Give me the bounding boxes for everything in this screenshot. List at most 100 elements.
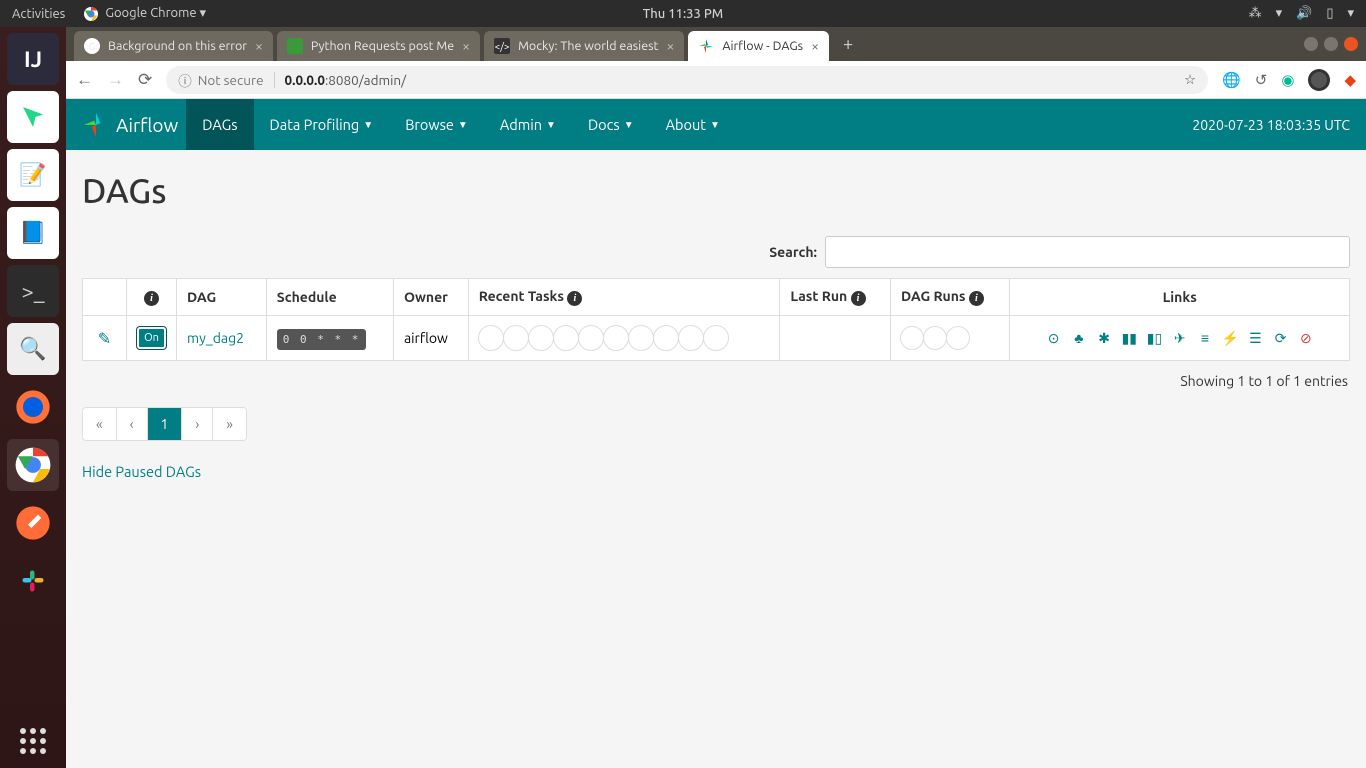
landing-icon[interactable]: ✈: [1172, 330, 1188, 347]
security-indicator[interactable]: ⓘNot secure: [178, 70, 263, 90]
nav-admin[interactable]: Admin▼: [484, 99, 572, 150]
chevron-down-icon: ▼: [710, 119, 720, 131]
table-footer: Showing 1 to 1 of 1 entries: [82, 373, 1348, 389]
dock-app-postman[interactable]: [7, 497, 59, 549]
forward-button[interactable]: →: [107, 70, 124, 90]
col-links: Links: [1010, 279, 1350, 316]
minimize-button[interactable]: [1304, 37, 1318, 51]
info-icon[interactable]: i: [144, 291, 159, 306]
dock-app-texteditor[interactable]: 📝: [7, 149, 59, 201]
page-title: DAGs: [82, 172, 1350, 210]
chevron-down-icon: ▼: [624, 119, 634, 131]
extension-icon[interactable]: ◉: [1281, 71, 1294, 89]
page-current[interactable]: 1: [148, 408, 183, 440]
tries-icon[interactable]: ▮▯: [1147, 330, 1163, 347]
network-icon[interactable]: ▾: [1276, 6, 1283, 21]
duration-icon[interactable]: ▮▮: [1121, 330, 1137, 347]
page-next[interactable]: ›: [182, 408, 213, 440]
airflow-logo-icon: [82, 111, 110, 139]
maximize-button[interactable]: [1324, 37, 1338, 51]
dock-app-terminal[interactable]: >_: [7, 265, 59, 317]
delete-icon[interactable]: ⊘: [1298, 330, 1314, 347]
favicon: </>: [494, 38, 510, 54]
browser-tab-active[interactable]: Airflow - DAGs×: [688, 31, 829, 61]
clock[interactable]: Thu 11:33 PM: [643, 7, 723, 21]
refresh-icon[interactable]: ⟳: [1273, 330, 1289, 347]
dag-link[interactable]: my_dag2: [187, 330, 244, 346]
gantt-icon[interactable]: ≡: [1197, 330, 1213, 346]
col-owner[interactable]: Owner: [393, 279, 468, 316]
schedule-badge[interactable]: 0 0 * * *: [277, 329, 367, 350]
tree-icon[interactable]: ♣: [1071, 330, 1087, 346]
dock-app-chrome[interactable]: [7, 439, 59, 491]
dock-app-logs[interactable]: 🔍: [7, 323, 59, 375]
page-prev[interactable]: ‹: [117, 408, 148, 440]
page-last[interactable]: »: [213, 408, 246, 440]
dock-app-pycharm[interactable]: [7, 91, 59, 143]
tab-strip: GBackground on this error× Python Reques…: [66, 27, 1366, 61]
last-run-cell: [780, 316, 891, 361]
new-tab-button[interactable]: +: [833, 34, 863, 54]
back-button[interactable]: ←: [76, 70, 93, 90]
activities-button[interactable]: Activities: [12, 7, 65, 21]
dock-app-slack[interactable]: [7, 555, 59, 607]
page-first[interactable]: «: [83, 408, 117, 440]
nav-dags[interactable]: DAGs: [186, 99, 253, 150]
address-bar-row: ← → ⟳ ⓘNot secure 0.0.0.0:8080/admin/ ☆ …: [66, 61, 1366, 99]
edit-icon[interactable]: ✎: [98, 330, 111, 348]
close-icon[interactable]: ×: [811, 38, 819, 54]
trigger-icon[interactable]: ⊙: [1046, 330, 1062, 347]
search-input[interactable]: [825, 236, 1350, 268]
info-icon[interactable]: i: [851, 291, 866, 306]
nav-data-profiling[interactable]: Data Profiling▼: [254, 99, 390, 150]
os-top-bar: Activities Google Chrome ▾ Thu 11:33 PM …: [0, 0, 1366, 27]
logs-icon[interactable]: ☰: [1247, 330, 1263, 347]
power-icon[interactable]: ▾: [1347, 6, 1354, 21]
links-cell: ⊙ ♣ ✱ ▮▮ ▮▯ ✈ ≡ ⚡ ☰ ⟳ ⊘: [1010, 316, 1350, 361]
system-tray[interactable]: ⁂ ▾ 🔊 ▯ ▾: [1249, 6, 1354, 21]
info-icon[interactable]: i: [567, 291, 582, 306]
browser-tab[interactable]: Python Requests post Me×: [277, 31, 480, 61]
col-schedule[interactable]: Schedule: [266, 279, 393, 316]
hide-paused-link[interactable]: Hide Paused DAGs: [82, 463, 201, 480]
nav-docs[interactable]: Docs▼: [572, 99, 650, 150]
bookmark-icon[interactable]: ☆: [1184, 71, 1196, 88]
airflow-brand[interactable]: Airflow: [74, 111, 186, 139]
col-dag[interactable]: DAG: [177, 279, 267, 316]
extension-icon[interactable]: ◆: [1344, 71, 1356, 89]
address-bar[interactable]: ⓘNot secure 0.0.0.0:8080/admin/ ☆: [166, 66, 1208, 94]
dock-app-intellij[interactable]: IJ: [7, 33, 59, 85]
indicator-icon[interactable]: ⁂: [1249, 6, 1262, 21]
battery-icon[interactable]: ▯: [1326, 6, 1333, 21]
nav-browse[interactable]: Browse▼: [389, 99, 484, 150]
dock-app-firefox[interactable]: [7, 381, 59, 433]
reload-button[interactable]: ⟳: [138, 70, 152, 90]
chevron-down-icon: ▼: [458, 119, 468, 131]
extension-icon[interactable]: ↺: [1255, 71, 1268, 89]
dag-runs-circles: [901, 326, 999, 350]
browser-tab[interactable]: GBackground on this error×: [74, 31, 273, 61]
close-icon[interactable]: ×: [462, 38, 470, 54]
volume-icon[interactable]: 🔊: [1296, 6, 1312, 21]
extension-icon[interactable]: 🌐: [1222, 71, 1241, 89]
pagination: « ‹ 1 › »: [82, 407, 247, 441]
dock-app-libreoffice[interactable]: 📘: [7, 207, 59, 259]
active-app-menu[interactable]: Google Chrome ▾: [83, 6, 206, 22]
graph-icon[interactable]: ✱: [1096, 330, 1112, 347]
info-icon: ⓘ: [178, 70, 192, 90]
server-timestamp: 2020-07-23 18:03:35 UTC: [1192, 117, 1350, 133]
browser-tab[interactable]: </>Mocky: The world easiest×: [484, 31, 684, 61]
favicon: [287, 38, 303, 54]
airflow-navbar: Airflow DAGs Data Profiling▼ Browse▼ Adm…: [66, 99, 1366, 150]
nav-about[interactable]: About▼: [650, 99, 736, 150]
col-recent-tasks: Recent Tasks i: [468, 279, 780, 316]
info-icon[interactable]: i: [969, 291, 984, 306]
close-window-button[interactable]: [1344, 37, 1358, 51]
close-icon[interactable]: ×: [666, 38, 674, 54]
run-icon[interactable]: ⚡: [1222, 330, 1238, 347]
show-applications[interactable]: [20, 728, 46, 754]
close-icon[interactable]: ×: [255, 38, 263, 54]
profile-avatar[interactable]: [1308, 69, 1330, 91]
google-favicon: G: [84, 38, 100, 54]
dag-toggle[interactable]: On: [137, 327, 166, 349]
